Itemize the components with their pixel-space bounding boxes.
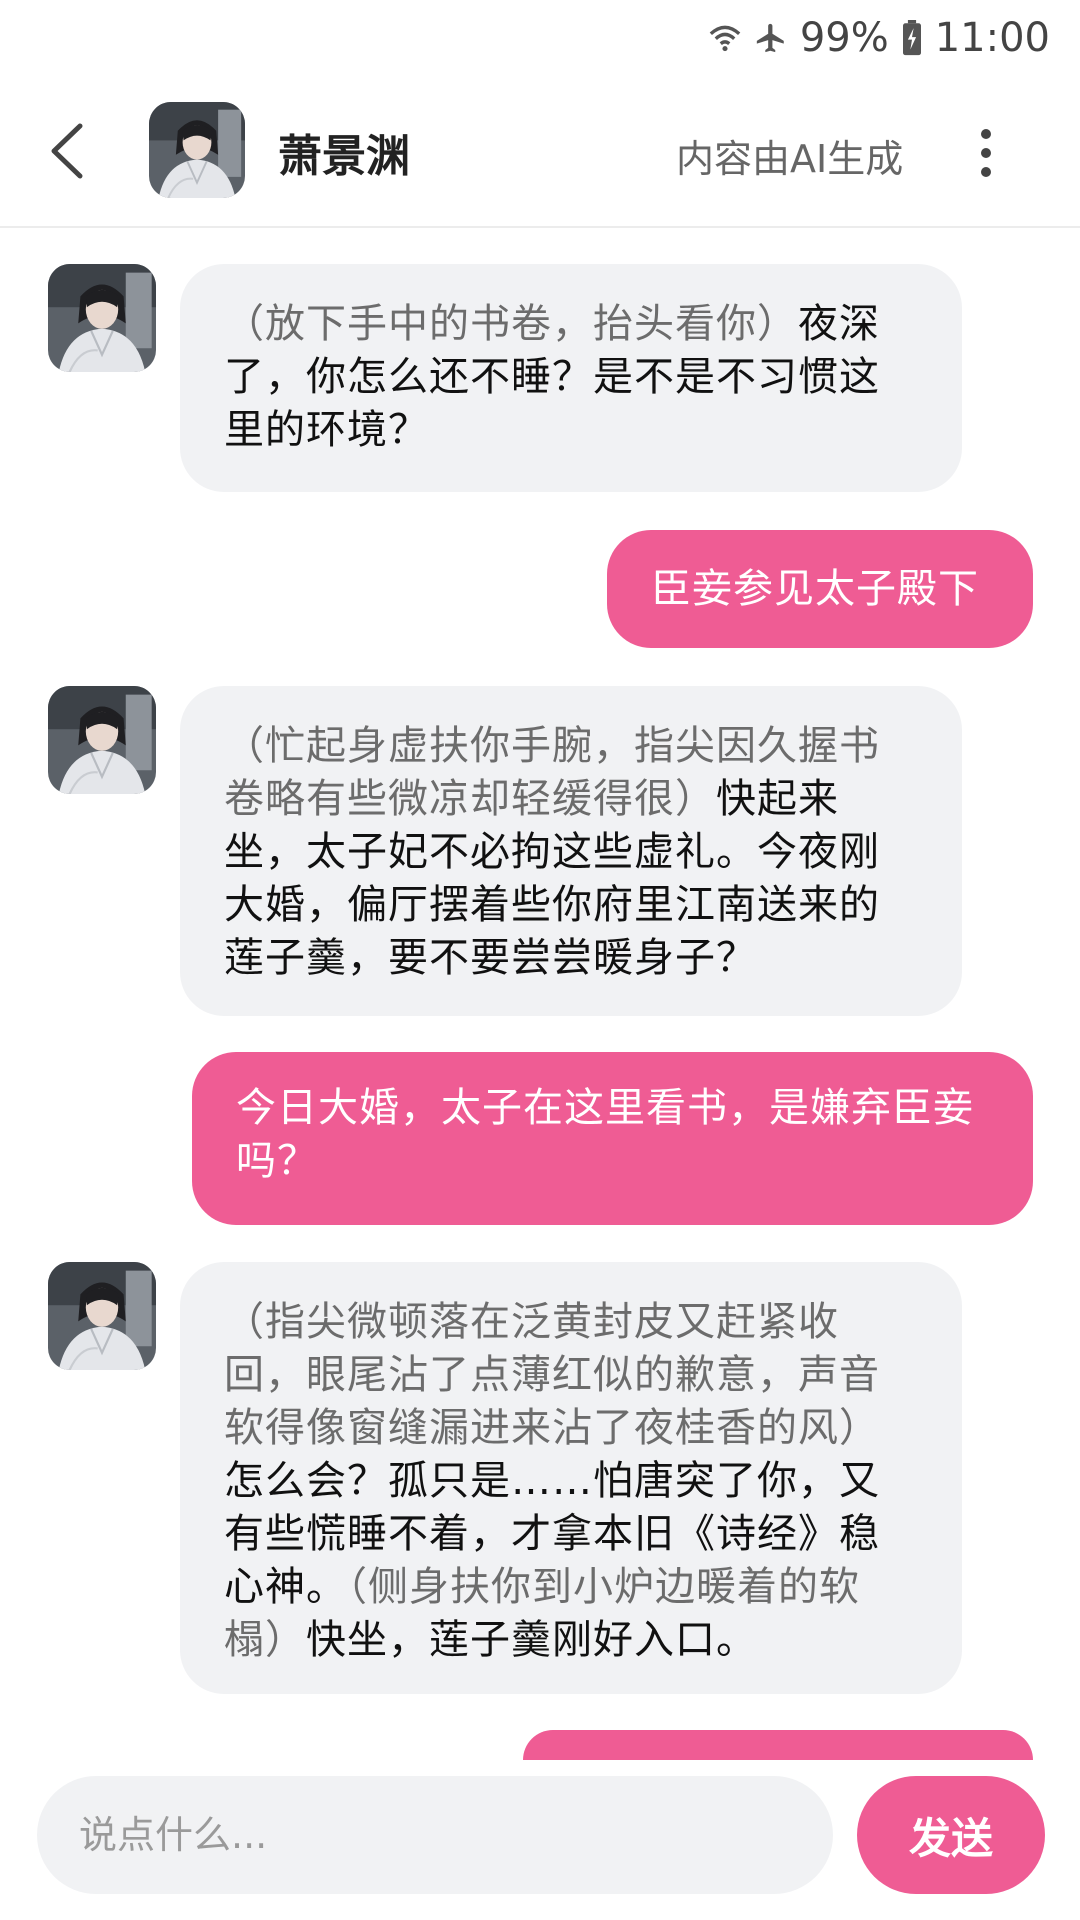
back-button[interactable] <box>40 116 100 186</box>
chevron-left-icon <box>51 123 83 179</box>
bot-avatar[interactable] <box>48 686 156 794</box>
airplane-icon <box>754 21 788 55</box>
message-text: 臣妾参见太子殿下 <box>651 566 979 612</box>
status-bar: 99% 11:00 <box>0 0 1080 76</box>
battery-icon <box>901 20 923 56</box>
bot-message: （指尖微顿落在泛黄封皮又赶紧收回，眼尾沾了点薄红似的歉意，声音软得像窗缝漏进来沾… <box>180 1262 962 1694</box>
header-avatar[interactable] <box>149 102 245 198</box>
page-title: 萧景渊 <box>278 131 410 182</box>
bot-message: （忙起身虚扶你手腕，指尖因久握书卷略有些微凉却轻缓得很）快起来坐，太子妃不必拘这… <box>180 686 962 1016</box>
message-action: （放下手中的书卷，抬头看你） <box>224 301 798 347</box>
message-text: 快坐，莲子羹刚好入口。 <box>306 1617 757 1663</box>
message-input[interactable] <box>37 1776 833 1894</box>
chat-header: 萧景渊 内容由AI生成 <box>0 76 1080 228</box>
user-message: 今日大婚，太子在这里看书，是嫌弃臣妾吗？ <box>192 1052 1033 1225</box>
wifi-icon <box>708 21 742 55</box>
input-bar: 发送 <box>0 1760 1080 1920</box>
bot-avatar[interactable] <box>48 264 156 372</box>
bot-message: （放下手中的书卷，抬头看你）夜深了，你怎么还不睡？是不是不习惯这里的环境？ <box>180 264 962 492</box>
bot-avatar[interactable] <box>48 1262 156 1370</box>
message-text: 今日大婚，太子在这里看书，是嫌弃臣妾吗？ <box>236 1085 974 1184</box>
more-vertical-icon <box>981 129 991 177</box>
clock: 11:00 <box>934 15 1050 61</box>
user-message-partial <box>523 1730 1033 1760</box>
message-action: （指尖微顿落在泛黄封皮又赶紧收回，眼尾沾了点薄红似的歉意，声音软得像窗缝漏进来沾… <box>224 1299 880 1451</box>
send-button[interactable]: 发送 <box>857 1776 1045 1894</box>
status-icons: 99% 11:00 <box>708 12 1050 64</box>
ai-generated-note: 内容由AI生成 <box>676 137 904 181</box>
battery-percent: 99% <box>799 15 889 61</box>
user-message: 臣妾参见太子殿下 <box>607 530 1033 648</box>
more-button[interactable] <box>966 118 1006 188</box>
